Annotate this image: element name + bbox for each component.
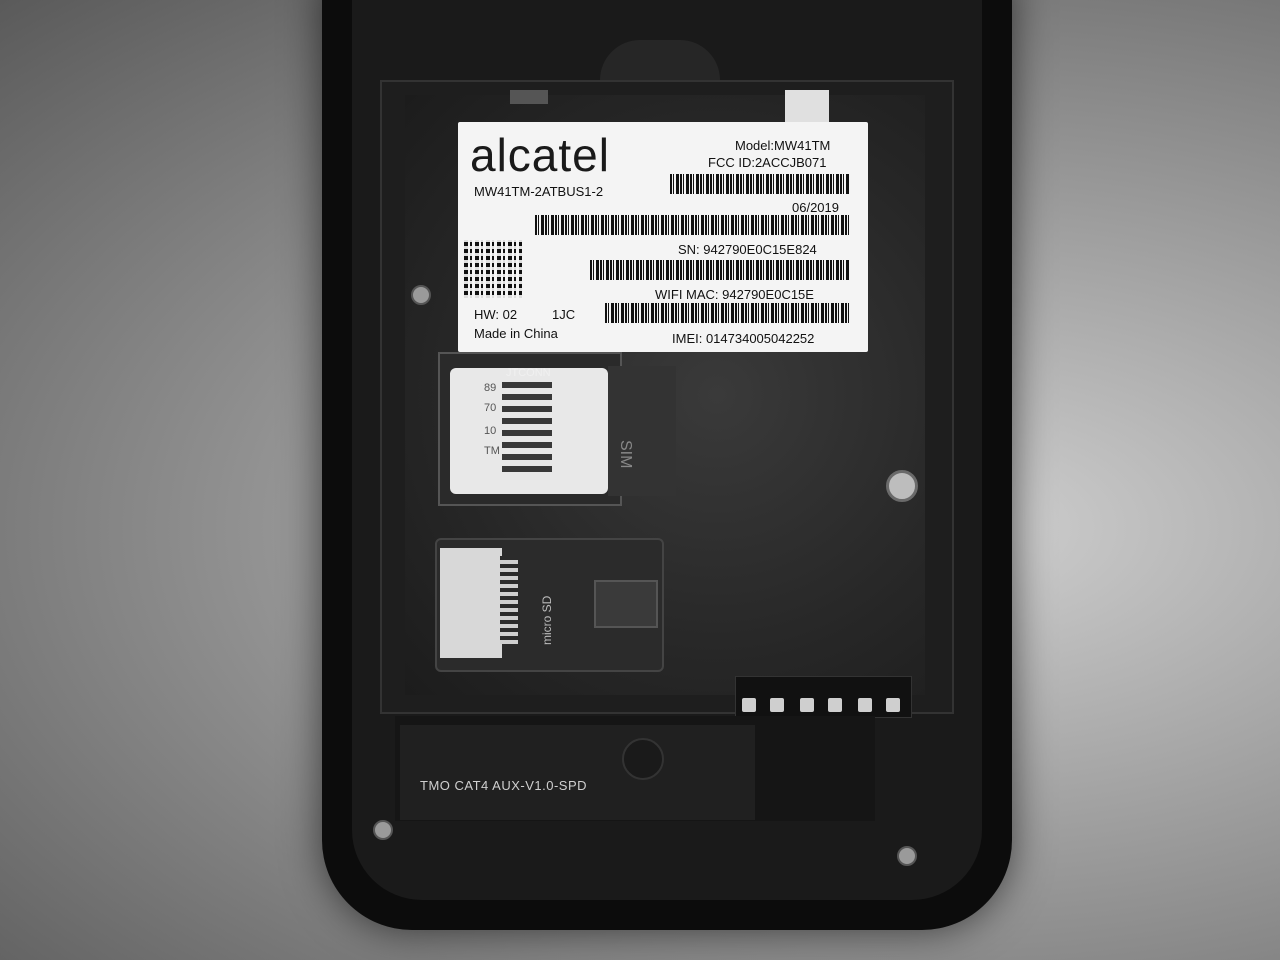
board-text: TMO CAT4 AUX-V1.0-SPD bbox=[420, 778, 588, 793]
microsd-card[interactable] bbox=[440, 548, 502, 658]
contact-pin bbox=[858, 698, 872, 712]
microsd-pins bbox=[500, 556, 518, 644]
back-cover-notch bbox=[600, 40, 720, 80]
sim-slot-side bbox=[608, 366, 676, 496]
date-text: 06/2019 bbox=[792, 200, 839, 215]
model-text: Model:MW41TM bbox=[735, 138, 831, 153]
screw-icon bbox=[886, 470, 918, 502]
barcode-serial bbox=[590, 260, 850, 280]
screw-icon bbox=[897, 846, 917, 866]
battery-contacts bbox=[735, 676, 912, 718]
origin-text: Made in China bbox=[474, 326, 558, 341]
screw-icon bbox=[373, 820, 393, 840]
part-number-text: MW41TM-2ATBUS1-2 bbox=[474, 184, 604, 199]
serial-text: SN: 942790E0C15E824 bbox=[678, 242, 817, 257]
sim-maker-text: JTCONN bbox=[506, 367, 551, 379]
board-tag bbox=[400, 725, 755, 820]
sim-side-text: SIM bbox=[617, 440, 634, 469]
fcc-id-text: FCC ID:2ACCJB071 bbox=[708, 155, 827, 170]
microsd-tab bbox=[594, 580, 658, 628]
barcode-part bbox=[535, 215, 850, 235]
sim-card-line4: TM bbox=[484, 445, 500, 457]
contact-pin bbox=[800, 698, 814, 712]
sim-contacts bbox=[502, 380, 552, 472]
contact-pin bbox=[742, 698, 756, 712]
wifi-mac-text: WIFI MAC: 942790E0C15E bbox=[655, 287, 814, 302]
sim-card-line1: 89 bbox=[484, 382, 497, 394]
left-clip bbox=[510, 90, 548, 104]
sim-card-line2: 70 bbox=[484, 402, 497, 414]
sim-card-line3: 10 bbox=[484, 425, 497, 437]
barcode-mac bbox=[605, 303, 850, 323]
right-clip bbox=[785, 90, 829, 124]
board-hole bbox=[622, 738, 664, 780]
barcode-fcc bbox=[670, 174, 850, 194]
contact-pin bbox=[770, 698, 784, 712]
hw-code-text: 1JC bbox=[552, 307, 576, 322]
contact-pin bbox=[828, 698, 842, 712]
contact-pin bbox=[886, 698, 900, 712]
qr-code bbox=[464, 240, 522, 298]
screw-icon bbox=[411, 285, 431, 305]
microsd-label: micro SD bbox=[540, 595, 554, 645]
hw-text: HW: 02 bbox=[474, 307, 518, 322]
imei-text: IMEI: 014734005042252 bbox=[672, 331, 815, 346]
brand-logo: alcatel bbox=[470, 129, 610, 181]
